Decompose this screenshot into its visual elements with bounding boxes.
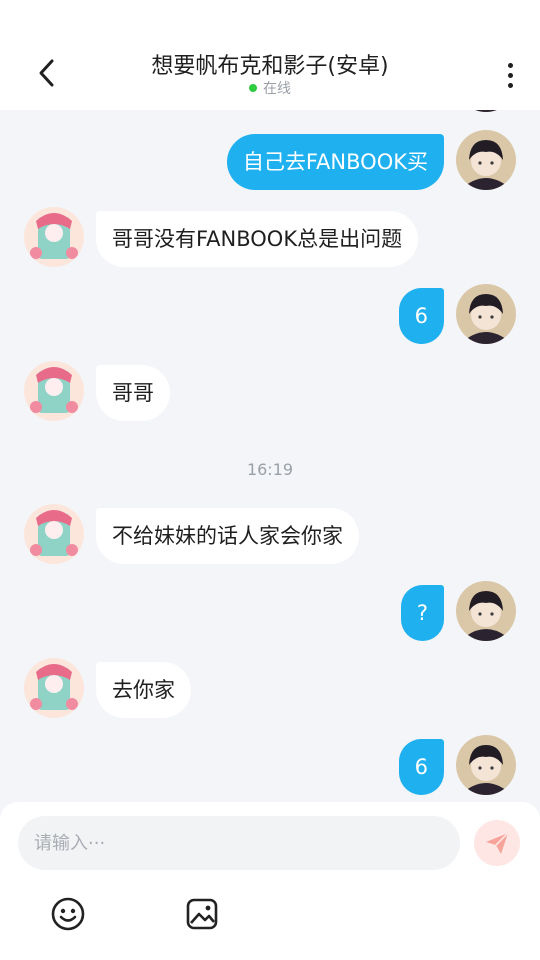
send-button[interactable]: [474, 820, 520, 866]
message-bubble[interactable]: ?: [400, 585, 444, 641]
message-row: ?: [0, 581, 540, 641]
composer-panel: [0, 802, 540, 960]
avatar[interactable]: [24, 207, 84, 267]
image-button[interactable]: [182, 894, 222, 934]
message-bubble[interactable]: 哥哥: [96, 365, 170, 421]
avatar[interactable]: [24, 504, 84, 564]
more-vertical-icon: [507, 62, 513, 68]
message-row: 6: [0, 735, 540, 795]
message-row: 6: [0, 284, 540, 344]
send-icon: [486, 832, 509, 854]
online-status-text: 在线: [263, 81, 291, 97]
message-bubble[interactable]: 去你家: [96, 662, 191, 718]
avatar[interactable]: [456, 581, 516, 641]
message-list[interactable]: 自己去FANBOOK买 哥哥没有FANBOOK总是出问题 6 哥哥 16:19 …: [0, 110, 540, 802]
online-status: 在线: [0, 78, 540, 98]
message-input[interactable]: [18, 816, 460, 870]
message-row: 去你家: [0, 658, 540, 718]
avatar[interactable]: [24, 361, 84, 421]
message-bubble[interactable]: 不给妹妹的话人家会你家: [96, 508, 359, 564]
message-row: 自己去FANBOOK买: [0, 130, 540, 190]
avatar[interactable]: [456, 110, 516, 112]
avatar[interactable]: [456, 284, 516, 344]
emoji-button[interactable]: [48, 894, 88, 934]
emoji-icon: [51, 897, 85, 931]
chat-header: 想要帆布克和影子(安卓) 在线: [0, 0, 540, 110]
message-bubble[interactable]: 自己去FANBOOK买: [226, 134, 444, 190]
more-button[interactable]: [498, 55, 522, 95]
online-dot: [249, 84, 257, 92]
message-bubble[interactable]: 6: [398, 739, 444, 795]
message-row: 不给妹妹的话人家会你家: [0, 504, 540, 564]
image-icon: [186, 898, 218, 930]
message-row: 哥哥: [0, 361, 540, 421]
avatar[interactable]: [456, 130, 516, 190]
message-timestamp: 16:19: [246, 460, 294, 479]
chat-title: 想要帆布克和影子(安卓): [151, 54, 389, 79]
message-bubble[interactable]: 哥哥没有FANBOOK总是出问题: [96, 211, 419, 267]
message-row: 哥哥没有FANBOOK总是出问题: [0, 207, 540, 267]
avatar[interactable]: [456, 735, 516, 795]
message-bubble[interactable]: 6: [398, 288, 444, 344]
avatar[interactable]: [24, 658, 84, 718]
